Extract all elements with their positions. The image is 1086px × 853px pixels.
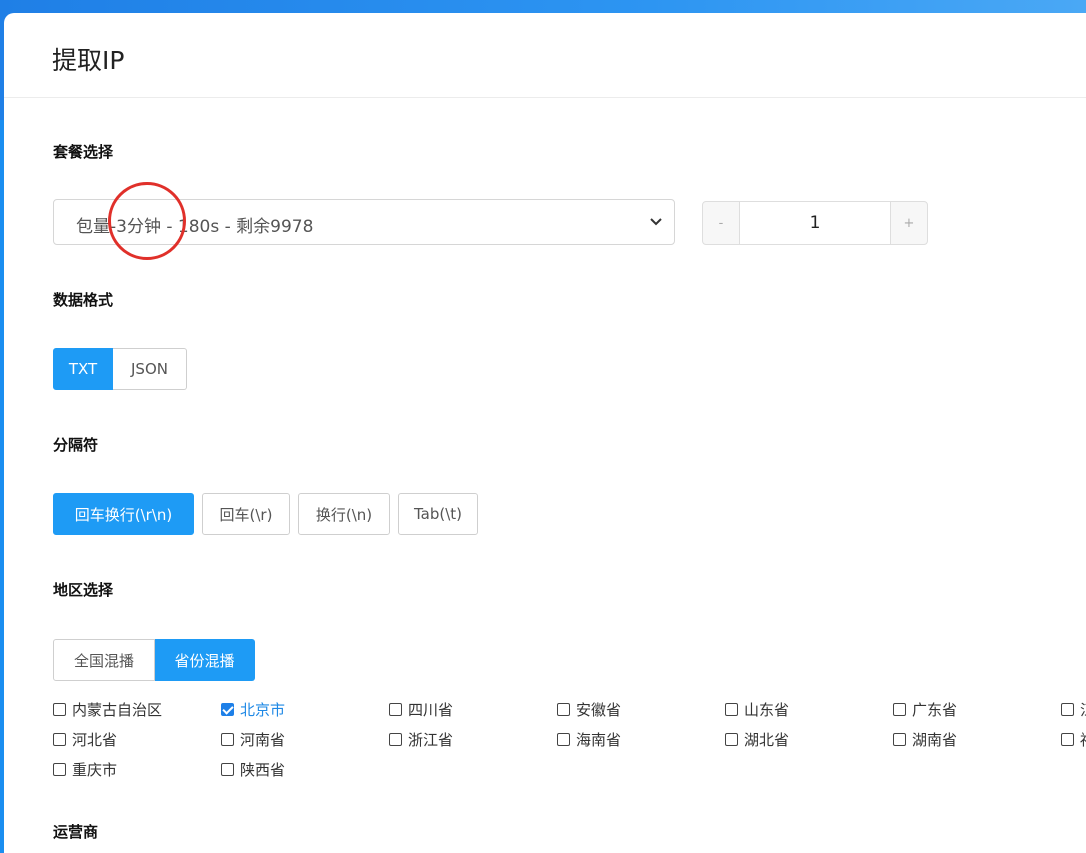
province-fu-partial[interactable]: 福 (1061, 729, 1086, 750)
province-hebei[interactable]: 河北省 (53, 729, 117, 750)
province-hubei[interactable]: 湖北省 (725, 729, 789, 750)
province-shandong[interactable]: 山东省 (725, 699, 789, 720)
province-hainan[interactable]: 海南省 (557, 729, 621, 750)
checkbox[interactable] (557, 733, 570, 746)
checkbox[interactable] (1061, 703, 1074, 716)
checkbox[interactable] (725, 703, 738, 716)
format-section-label: 数据格式 (53, 291, 114, 309)
checkbox[interactable] (557, 703, 570, 716)
separator-section-label: 分隔符 (53, 436, 99, 454)
format-button-group: TXT JSON (53, 348, 187, 390)
region-section-label: 地区选择 (53, 581, 114, 599)
region-mode-group: 全国混播 省份混播 (53, 639, 255, 681)
checkbox[interactable] (893, 733, 906, 746)
format-json-button[interactable]: JSON (113, 348, 187, 390)
separator-button-group: 回车换行(\r\n) 回车(\r) 换行(\n) Tab(\t) (53, 493, 486, 535)
region-mode-national-button[interactable]: 全国混播 (53, 639, 155, 681)
checkbox[interactable] (1061, 733, 1074, 746)
checkbox[interactable] (53, 763, 66, 776)
province-jiang-partial[interactable]: 江 (1061, 699, 1086, 720)
separator-cr-button[interactable]: 回车(\r) (202, 493, 290, 535)
checkbox[interactable] (221, 763, 234, 776)
checkbox[interactable] (53, 733, 66, 746)
checkbox[interactable] (725, 733, 738, 746)
chevron-down-icon (650, 218, 662, 226)
decrement-button[interactable]: - (702, 201, 740, 245)
province-beijing[interactable]: 北京市 (221, 699, 285, 720)
format-txt-button[interactable]: TXT (53, 348, 113, 390)
dialog-title: 提取IP (52, 46, 125, 75)
province-sichuan[interactable]: 四川省 (389, 699, 453, 720)
quantity-input[interactable]: 1 (740, 201, 890, 245)
province-zhejiang[interactable]: 浙江省 (389, 729, 453, 750)
annotation-circle (108, 182, 186, 260)
dialog-header: 提取IP (4, 13, 1086, 98)
checkbox[interactable] (389, 703, 402, 716)
province-shaanxi[interactable]: 陕西省 (221, 759, 285, 780)
separator-tab-button[interactable]: Tab(\t) (398, 493, 478, 535)
checkbox[interactable] (221, 733, 234, 746)
province-hunan[interactable]: 湖南省 (893, 729, 957, 750)
province-anhui[interactable]: 安徽省 (557, 699, 621, 720)
checkbox[interactable] (221, 703, 234, 716)
province-chongqing[interactable]: 重庆市 (53, 759, 117, 780)
checkbox[interactable] (389, 733, 402, 746)
province-neimenggu[interactable]: 内蒙古自治区 (53, 699, 162, 720)
checkbox[interactable] (893, 703, 906, 716)
extract-ip-dialog: 提取IP 套餐选择 包量-3分钟 - 180s - 剩余9978 - 1 + 数… (4, 13, 1086, 853)
province-guangdong[interactable]: 广东省 (893, 699, 957, 720)
region-mode-province-button[interactable]: 省份混播 (155, 639, 255, 681)
province-henan[interactable]: 河南省 (221, 729, 285, 750)
quantity-stepper: - 1 + (702, 201, 928, 245)
separator-crlf-button[interactable]: 回车换行(\r\n) (53, 493, 194, 535)
increment-button[interactable]: + (890, 201, 928, 245)
checkbox[interactable] (53, 703, 66, 716)
separator-lf-button[interactable]: 换行(\n) (298, 493, 390, 535)
carrier-section-label: 运营商 (53, 823, 99, 841)
package-section-label: 套餐选择 (53, 143, 114, 161)
